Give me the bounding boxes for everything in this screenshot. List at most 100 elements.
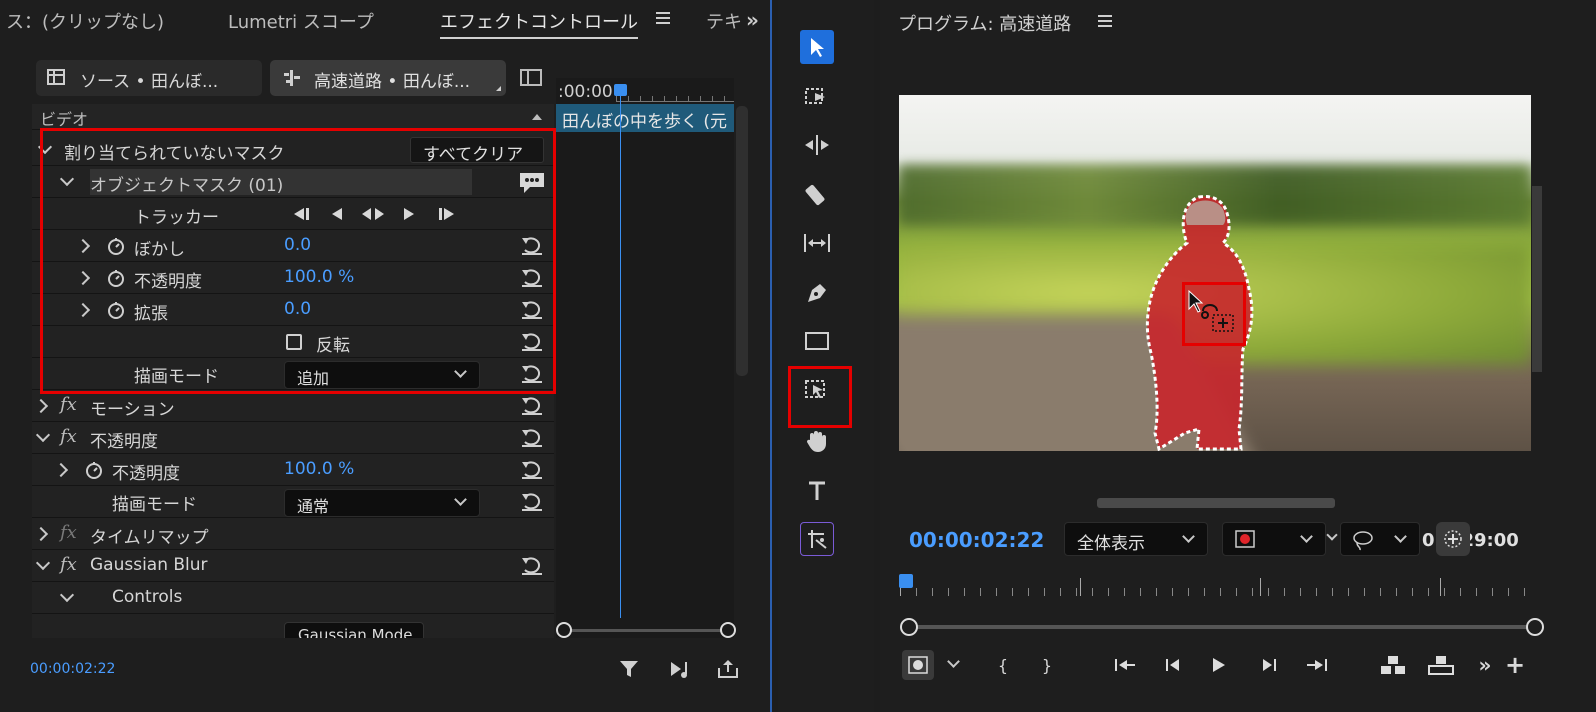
section-video-header: ビデオ xyxy=(32,104,554,130)
step-back-button[interactable] xyxy=(1160,652,1186,678)
toggle-timeline-icon[interactable] xyxy=(520,68,542,88)
chevron-right-icon[interactable] xyxy=(33,398,49,414)
sequence-icon xyxy=(284,70,300,86)
chevron-down-icon xyxy=(1394,530,1407,543)
step-forward-button[interactable] xyxy=(1256,652,1282,678)
play-icon xyxy=(1213,658,1225,672)
chevron-down-icon xyxy=(1182,530,1195,543)
fx-icon[interactable]: fx xyxy=(60,522,77,543)
slip-tool[interactable] xyxy=(800,226,834,260)
lift-button[interactable] xyxy=(1380,652,1406,678)
monitor-zoom-bar[interactable] xyxy=(900,618,1544,636)
export-icon[interactable] xyxy=(716,658,740,680)
clip-name: 田んぼの中を歩く (元 xyxy=(562,112,728,132)
go-to-in-button[interactable] xyxy=(1112,652,1138,678)
chevron-down-icon[interactable] xyxy=(59,587,75,603)
reset-icon[interactable] xyxy=(520,556,544,576)
opacity-param-row[interactable]: 不透明度 100.0 % xyxy=(32,454,554,486)
program-current-time[interactable]: 00:00:02:22 xyxy=(909,528,1044,552)
type-tool[interactable] xyxy=(800,474,834,508)
razor-icon xyxy=(805,184,825,206)
opacity-blend-mode-value: 通常 xyxy=(297,497,330,516)
reset-icon[interactable] xyxy=(520,428,544,448)
monitor-vertical-scrollbar[interactable] xyxy=(1532,186,1542,372)
track-select-tool[interactable] xyxy=(800,80,834,114)
tab-source[interactable]: ス：(クリップなし) xyxy=(6,8,164,34)
go-to-out-icon xyxy=(1307,659,1327,671)
reset-icon[interactable] xyxy=(520,396,544,416)
section-video-label: ビデオ xyxy=(40,110,89,129)
chevron-right-icon[interactable] xyxy=(53,462,69,478)
record-mask-dropdown[interactable] xyxy=(1222,522,1326,556)
sequence-selector-button[interactable]: 高速道路 • 田んぼ... xyxy=(270,60,506,96)
gaussian-mode-dropdown[interactable]: Gaussian Mode xyxy=(284,622,424,638)
play-audio-icon[interactable] xyxy=(668,658,694,680)
fx-icon[interactable]: fx xyxy=(60,554,77,575)
monitor-playhead[interactable] xyxy=(899,574,913,588)
collapse-up-icon[interactable] xyxy=(532,114,542,120)
playhead-line[interactable] xyxy=(620,88,621,618)
stopwatch-icon[interactable] xyxy=(84,460,104,480)
more-buttons-icon[interactable]: » xyxy=(1472,652,1498,678)
tab-lumetri-scopes[interactable]: Lumetri スコープ xyxy=(228,8,374,34)
fx-icon[interactable]: fx xyxy=(60,394,77,415)
reset-icon[interactable] xyxy=(520,460,544,480)
timeline-time-label: :00:00 xyxy=(558,82,613,102)
time-remap-row[interactable]: fx タイムリマップ xyxy=(32,518,554,550)
selection-tool[interactable] xyxy=(800,30,834,64)
go-to-out-button[interactable] xyxy=(1304,652,1330,678)
timeline-scrollbar[interactable] xyxy=(736,106,748,376)
more-tabs-icon[interactable]: » xyxy=(746,8,759,32)
generative-extend-tool[interactable] xyxy=(800,522,834,556)
chevron-down-icon[interactable] xyxy=(35,555,51,571)
opacity-blend-mode-row[interactable]: 描画モード 通常 xyxy=(32,486,554,518)
slip-icon xyxy=(804,234,830,252)
reset-icon[interactable] xyxy=(520,492,544,512)
play-button[interactable] xyxy=(1206,652,1232,678)
hand-tool[interactable] xyxy=(800,424,834,458)
monitor-horizontal-scrollbar[interactable] xyxy=(1097,498,1335,508)
motion-label: モーション xyxy=(90,400,175,420)
opacity-param-value[interactable]: 100.0 % xyxy=(284,459,354,479)
add-point-button[interactable] xyxy=(1436,522,1470,556)
pen-tool[interactable] xyxy=(800,276,834,310)
opacity-blend-mode-dropdown[interactable]: 通常 xyxy=(284,489,480,517)
sequence-label: 高速道路 • 田んぼ... xyxy=(314,72,471,92)
type-icon xyxy=(809,481,825,500)
fx-icon[interactable]: fx xyxy=(60,426,77,447)
source-clip-icon xyxy=(47,69,65,85)
timeline-zoom-bar[interactable] xyxy=(556,622,736,638)
source-selector-button[interactable]: ソース • 田んぼ... xyxy=(36,60,262,96)
gaussian-blur-row[interactable]: fx Gaussian Blur xyxy=(32,550,554,582)
mini-timeline[interactable]: :00:00 田んぼの中を歩く (元 xyxy=(556,78,734,638)
zoom-dropdown[interactable]: 全体表示 xyxy=(1064,522,1208,556)
chevron-right-icon[interactable] xyxy=(33,526,49,542)
mark-out-button[interactable]: } xyxy=(1034,652,1060,678)
motion-row[interactable]: fx モーション xyxy=(32,390,554,422)
controls-row[interactable]: Controls xyxy=(32,582,554,614)
opacity-effect-row[interactable]: fx 不透明度 xyxy=(32,422,554,454)
rectangle-tool[interactable] xyxy=(800,324,834,358)
filter-icon[interactable] xyxy=(618,658,640,680)
button-editor-add-icon[interactable]: + xyxy=(1502,651,1528,679)
extract-button[interactable] xyxy=(1428,652,1454,678)
generative-extend-icon xyxy=(808,530,827,549)
video-frame[interactable] xyxy=(899,95,1531,451)
ripple-edit-tool[interactable] xyxy=(800,128,834,162)
footer-timecode: 00:00:02:22 xyxy=(30,661,116,677)
mask-button[interactable] xyxy=(902,650,934,680)
tab-effect-controls[interactable]: エフェクトコントロール xyxy=(440,8,638,39)
zoom-value: 全体表示 xyxy=(1077,534,1145,554)
razor-tool[interactable] xyxy=(800,178,834,212)
panel-menu-icon[interactable] xyxy=(656,12,670,24)
lasso-dropdown[interactable] xyxy=(1340,522,1420,556)
mask-record-icon xyxy=(908,656,928,674)
program-monitor-title: プログラム: 高速道路 xyxy=(898,14,1072,35)
rectangle-icon xyxy=(805,332,829,350)
chevron-down-icon[interactable] xyxy=(35,427,51,443)
monitor-menu-icon[interactable] xyxy=(1098,15,1112,27)
tab-text[interactable]: テキ xyxy=(706,8,742,34)
mark-in-button[interactable]: { xyxy=(990,652,1016,678)
playhead-handle[interactable] xyxy=(614,84,627,96)
clip-bar[interactable]: 田んぼの中を歩く (元 xyxy=(556,104,734,132)
